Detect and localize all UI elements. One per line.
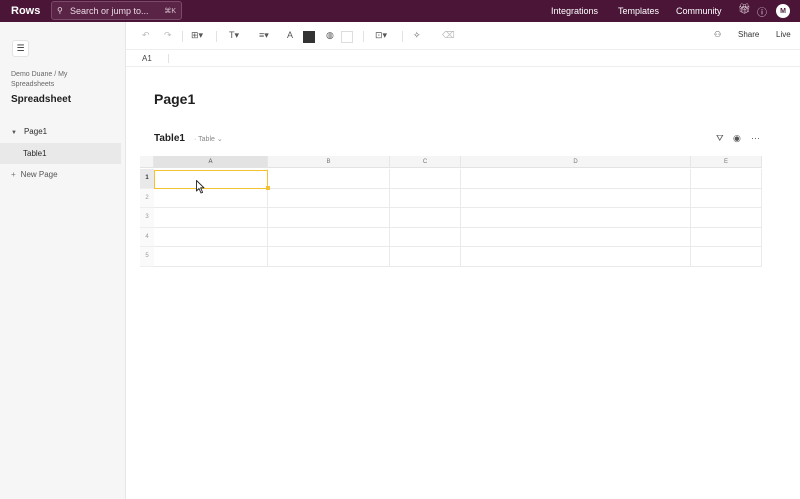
cell-c5[interactable] (390, 247, 461, 267)
cell-b3[interactable] (268, 208, 390, 228)
breadcrumb[interactable]: Demo Duane / My Spreadsheets (11, 70, 111, 90)
clear-format-icon[interactable]: ⌫ (442, 30, 455, 41)
cell-b4[interactable] (268, 227, 390, 247)
magic-icon[interactable]: ✧ (413, 30, 421, 41)
sidebar-page-label: Page1 (23, 127, 48, 136)
nav-integrations[interactable]: Integrations (551, 6, 598, 16)
cell-b2[interactable] (268, 188, 390, 208)
cell-reference[interactable]: A1 (142, 54, 152, 63)
text-color-icon[interactable]: A (287, 30, 293, 40)
cell-c4[interactable] (390, 227, 461, 247)
toolbar-divider (216, 31, 217, 42)
gift-icon[interactable]: 🎁︎ (738, 4, 751, 15)
toolbar-divider (402, 31, 403, 42)
redo-icon[interactable]: ↷ (164, 30, 172, 41)
top-bar: Rows ⚲ Search or jump to... ⌘K Integrati… (0, 0, 800, 22)
align-icon[interactable]: ≡▾ (259, 30, 269, 41)
new-page-label: New Page (20, 170, 58, 179)
formula-bar[interactable]: A1 (126, 50, 800, 67)
table-type-dropdown[interactable]: · Table ⌄ (194, 135, 223, 143)
selected-cell-outline[interactable] (154, 170, 268, 189)
sidebar-item-table1[interactable]: Table1 (0, 143, 121, 164)
page-title[interactable]: Page1 (154, 91, 195, 107)
toolbar-divider (363, 31, 364, 42)
sidebar-table-label: Table1 (23, 149, 47, 158)
cell-c3[interactable] (390, 208, 461, 228)
cell-e5[interactable] (691, 247, 762, 267)
cell-a3[interactable] (154, 208, 268, 228)
sidebar-menu-icon[interactable]: ☰ (12, 40, 29, 57)
grid-corner[interactable] (140, 156, 154, 168)
fill-color-swatch[interactable] (341, 31, 353, 43)
cell-b1[interactable] (268, 169, 390, 189)
chevron-down-icon: ⌄ (214, 136, 223, 143)
text-format-icon[interactable]: T▾ (229, 30, 239, 41)
border-icon[interactable]: ⊡▾ (375, 30, 387, 41)
row-header-3[interactable]: 3 (140, 208, 154, 228)
nav-templates[interactable]: Templates (618, 6, 659, 16)
column-header-a[interactable]: A (154, 156, 268, 168)
cell-e4[interactable] (691, 227, 762, 247)
cell-a5[interactable] (154, 247, 268, 267)
fill-handle[interactable] (266, 185, 270, 190)
app-logo[interactable]: Rows (11, 5, 51, 17)
cell-e2[interactable] (691, 188, 762, 208)
table-title[interactable]: Table1 (154, 133, 185, 144)
share-button[interactable]: Share (738, 30, 759, 39)
nav-community[interactable]: Community (676, 6, 722, 16)
new-page-button[interactable]: + New Page (11, 170, 58, 179)
search-icon: ⚲ (57, 6, 63, 15)
cell-d3[interactable] (461, 208, 691, 228)
search-box[interactable]: ⚲ Search or jump to... ⌘K (51, 1, 182, 20)
cell-d5[interactable] (461, 247, 691, 267)
toolbar-divider (182, 31, 183, 42)
insert-icon[interactable]: ⊞▾ (191, 30, 203, 41)
column-header-c[interactable]: C (390, 156, 461, 168)
spreadsheet-title[interactable]: Spreadsheet (11, 94, 71, 105)
undo-icon[interactable]: ↶ (142, 30, 150, 41)
text-color-swatch[interactable] (303, 31, 315, 43)
add-user-icon[interactable]: ⚇ (714, 30, 721, 39)
column-header-e[interactable]: E (691, 156, 762, 168)
plus-icon: + (11, 170, 16, 179)
row-header-1[interactable]: 1 (140, 169, 154, 189)
cell-d4[interactable] (461, 227, 691, 247)
column-header-d[interactable]: D (461, 156, 691, 168)
caret-down-icon[interactable]: ▼ (11, 130, 17, 136)
column-header-b[interactable]: B (268, 156, 390, 168)
toolbar: ↶ ↷ ⊞▾ T▾ ≡▾ A ◍ ⊡▾ ✧ ⌫ ⚇ Share Live (126, 22, 800, 50)
cell-d1[interactable] (461, 169, 691, 189)
row-header-4[interactable]: 4 (140, 227, 154, 247)
more-icon[interactable]: ··· (751, 133, 760, 143)
search-shortcut: ⌘K (164, 7, 176, 15)
sidebar-item-page1[interactable]: ▼ Page1 (11, 127, 47, 136)
row-header-2[interactable]: 2 (140, 188, 154, 208)
cell-a2[interactable] (154, 188, 268, 208)
cell-c1[interactable] (390, 169, 461, 189)
table-type-label: Table (198, 136, 215, 143)
cell-a4[interactable] (154, 227, 268, 247)
cell-e3[interactable] (691, 208, 762, 228)
cell-e1[interactable] (691, 169, 762, 189)
eye-icon[interactable]: ◉ (733, 133, 741, 144)
live-button[interactable]: Live (776, 30, 791, 39)
formula-divider (168, 54, 169, 63)
cell-c2[interactable] (390, 188, 461, 208)
row-header-5[interactable]: 5 (140, 247, 154, 267)
cell-d2[interactable] (461, 188, 691, 208)
sidebar: ☰ Demo Duane / My Spreadsheets Spreadshe… (0, 22, 126, 499)
filter-icon[interactable]: ⛛ (716, 133, 724, 144)
fill-color-icon[interactable]: ◍ (326, 30, 334, 41)
cell-b5[interactable] (268, 247, 390, 267)
search-placeholder: Search or jump to... (70, 5, 149, 16)
mouse-cursor-icon (196, 180, 205, 194)
avatar[interactable]: M (776, 4, 790, 18)
help-icon[interactable]: ⓘ (757, 4, 767, 19)
